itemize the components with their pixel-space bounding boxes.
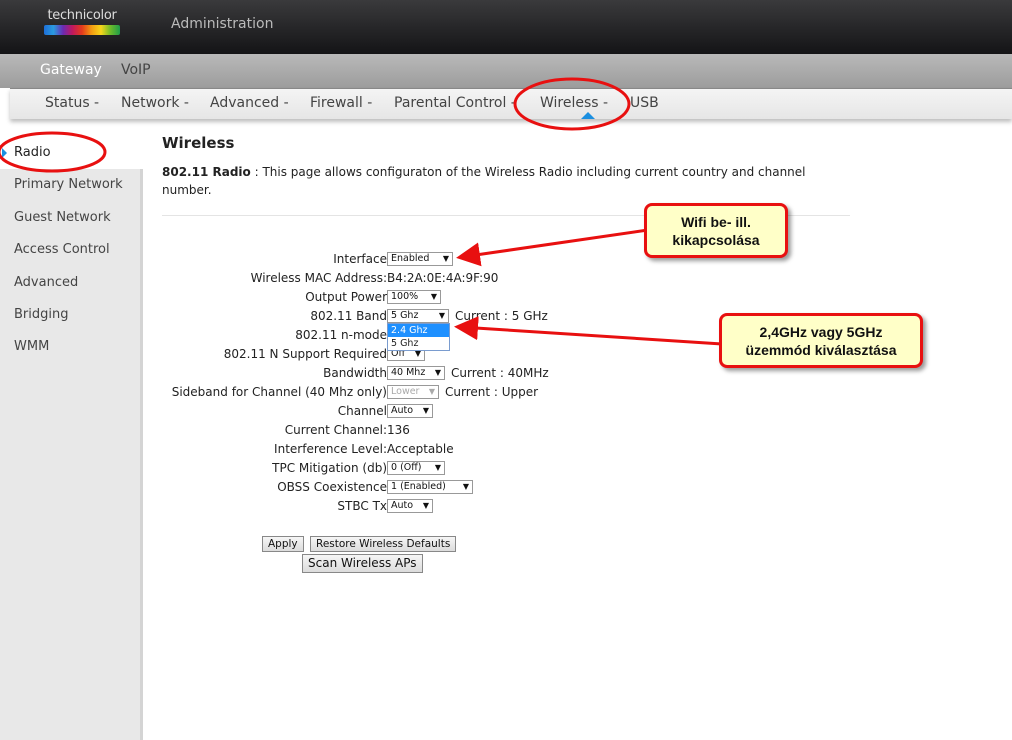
select-channel[interactable]: Auto <box>387 404 433 418</box>
tab-firewall[interactable]: Firewall - <box>310 95 372 111</box>
restore-defaults-button[interactable]: Restore Wireless Defaults <box>310 536 457 552</box>
tab-parental-control[interactable]: Parental Control - <box>394 95 516 111</box>
field-value: B4:2A:0E:4A:9F:90 <box>387 271 499 285</box>
field-label: Interference Level: <box>274 442 387 456</box>
field-label: OBSS Coexistence <box>277 480 387 494</box>
callout-band: 2,4GHz vagy 5GHz üzemmód kiválasztása <box>719 313 923 368</box>
field-label: STBC Tx <box>337 499 387 513</box>
nav-gateway[interactable]: Gateway <box>40 62 102 78</box>
field-label: 802.11 n-mode <box>295 328 387 342</box>
field-label: Sideband for Channel (40 Mhz only) <box>171 385 387 399</box>
tab-wireless[interactable]: Wireless - <box>540 95 608 111</box>
field-label: 802.11 Band <box>310 309 387 323</box>
active-tab-indicator <box>581 112 595 119</box>
current-value: Current : 5 GHz <box>455 309 548 323</box>
technicolor-logo[interactable]: technicolor <box>44 8 120 35</box>
select-stbc-tx[interactable]: Auto <box>387 499 433 513</box>
select-interface[interactable]: Enabled <box>387 252 453 266</box>
form-row: Output Power 100% <box>160 288 441 306</box>
band-dropdown-list[interactable]: 2.4 Ghz 5 Ghz <box>387 323 450 351</box>
active-arrow-icon <box>2 148 7 158</box>
form-row: Current Channel: 136 <box>160 421 410 439</box>
tab-status[interactable]: Status - <box>45 95 99 111</box>
page-description: 802.11 Radio : This page allows configur… <box>162 165 806 197</box>
select-bandwidth[interactable]: 40 Mhz <box>387 366 445 380</box>
top-nav: Gateway VoIP <box>0 54 1012 88</box>
band-option-5ghz[interactable]: 5 Ghz <box>388 337 449 350</box>
header: technicolor Administration <box>0 0 1012 54</box>
tab-network[interactable]: Network - <box>121 95 189 111</box>
form-row: Channel Auto <box>160 402 433 420</box>
form-row: Interface Enabled <box>160 250 453 268</box>
apply-button[interactable]: Apply <box>262 536 304 552</box>
form-row: 802.11 n-mode <box>160 326 387 344</box>
header-title: Administration <box>171 16 274 32</box>
select-obss-coexistence[interactable]: 1 (Enabled) <box>387 480 473 494</box>
sidebar-item-primary-network[interactable]: Primary Network <box>14 177 123 192</box>
arrow-band <box>454 316 723 346</box>
sidebar-item-advanced[interactable]: Advanced <box>14 275 78 290</box>
sidebar-item-radio[interactable]: Radio <box>14 145 51 160</box>
tab-advanced[interactable]: Advanced - <box>210 95 289 111</box>
form-row: Sideband for Channel (40 Mhz only)Lower C… <box>160 383 538 401</box>
form-row: 802.11 N Support Required Off <box>160 345 425 363</box>
field-value: 136 <box>387 423 410 437</box>
field-label: Channel <box>337 404 387 418</box>
form-row: TPC Mitigation (db) 0 (Off) <box>160 459 445 477</box>
field-label: 802.11 N Support Required <box>223 347 387 361</box>
field-label: TPC Mitigation (db) <box>272 461 387 475</box>
scan-wireless-aps-button[interactable]: Scan Wireless APs <box>302 554 423 573</box>
nav-voip[interactable]: VoIP <box>121 62 151 78</box>
form-row: 802.11 Band5 Ghz Current : 5 GHz <box>160 307 548 325</box>
callout-wifi: Wifi be- ill. kikapcsolása <box>644 203 788 258</box>
field-value: Acceptable <box>387 442 454 456</box>
select-802-11-band[interactable]: 5 Ghz <box>387 309 449 323</box>
arrow-interface <box>456 228 649 267</box>
select-sideband-for-channel-40-mhz-only: Lower <box>387 385 439 399</box>
form-row: Interference Level: Acceptable <box>160 440 454 458</box>
current-value: Current : 40MHz <box>451 366 549 380</box>
page-title: Wireless <box>162 134 235 152</box>
field-label: Output Power <box>305 290 387 304</box>
field-label: Bandwidth <box>323 366 387 380</box>
sub-nav: Status - Network - Advanced - Firewall -… <box>10 88 1012 119</box>
form-row: STBC Tx Auto <box>160 497 433 515</box>
sidebar-item-access-control[interactable]: Access Control <box>14 242 110 257</box>
current-value: Current : Upper <box>445 385 539 399</box>
sidebar-item-guest-network[interactable]: Guest Network <box>14 210 111 225</box>
form-row: OBSS Coexistence 1 (Enabled) <box>160 478 473 496</box>
form-row: Bandwidth40 Mhz Current : 40MHz <box>160 364 549 382</box>
select-output-power[interactable]: 100% <box>387 290 441 304</box>
sidebar: Radio Primary Network Guest Network Acce… <box>0 137 143 740</box>
band-option-2-4ghz[interactable]: 2.4 Ghz <box>388 324 449 337</box>
sidebar-item-wmm[interactable]: WMM <box>14 339 49 354</box>
form-row: Wireless MAC Address: B4:2A:0E:4A:9F:90 <box>160 269 499 287</box>
sidebar-item-bridging[interactable]: Bridging <box>14 307 68 322</box>
field-label: Wireless MAC Address: <box>250 271 387 285</box>
select-tpc-mitigation-db[interactable]: 0 (Off) <box>387 461 445 475</box>
tab-usb[interactable]: USB <box>630 95 659 111</box>
field-label: Interface <box>333 252 387 266</box>
field-label: Current Channel: <box>284 423 387 437</box>
